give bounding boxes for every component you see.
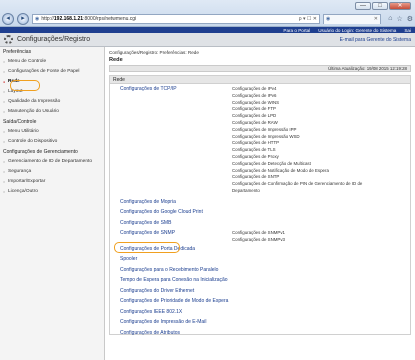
url-host: 192.168.1.21	[53, 15, 84, 22]
page-title-bar: Configurações/Registro E-mail para Geren…	[0, 33, 415, 47]
tcpip-sub-item: Configurações de IPv6	[232, 92, 277, 98]
ethernet-driver-link[interactable]: Configurações do Driver Ethernet	[110, 286, 410, 297]
sidebar-item-license[interactable]: Licença/Outro	[0, 187, 104, 197]
settings-gear-icon	[4, 35, 13, 44]
tcpip-sub-item: Departamento	[232, 187, 260, 193]
email-admin-link[interactable]: E-mail para Gerente do Sistema	[340, 37, 411, 43]
highlight-network-marker	[10, 80, 40, 91]
sleep-priority-link[interactable]: Configurações de Prioridade de Modo de E…	[110, 296, 410, 307]
network-settings-box: Rede Configurações de TCP/IP Configuraçõ…	[109, 75, 411, 336]
snmp-sub-item: Configurações de SNMPv3	[232, 237, 285, 243]
section-heading: Rede	[109, 57, 123, 63]
breadcrumb: Configurações/Registro: Preferências: Re…	[109, 50, 199, 55]
ieee8021x-link[interactable]: Configurações IEEE 802.1X	[110, 307, 410, 318]
sidebar-item-control-menu[interactable]: Menu de Controle	[0, 57, 104, 67]
tcpip-sub-item: Configurações de Proxy	[232, 153, 279, 159]
sidebar-item-department-id[interactable]: Gerenciamento de ID de Departamento	[0, 157, 104, 167]
tcpip-sub-item: Configurações de Impressão WSD	[232, 133, 300, 139]
sidebar-item-utility-menu[interactable]: Menu Utilitário	[0, 127, 104, 137]
sidebar-item-security[interactable]: Segurança	[0, 167, 104, 177]
tcpip-sub-item: Configurações de Confirmação de PIN de G…	[232, 181, 363, 187]
tcpip-sub-item: Configurações de HTTP	[232, 140, 280, 146]
sidebar-item-user-maintenance[interactable]: Manutenção do Usuário	[0, 107, 104, 117]
portal-link[interactable]: Para o Portal	[283, 28, 310, 33]
sidebar-item-device-control[interactable]: Controle do Dispositivo	[0, 137, 104, 147]
browser-tools: ⌂ ☆ ⚙	[388, 15, 413, 23]
tcpip-row: Configurações de TCP/IP Configurações de…	[110, 84, 410, 195]
main-content: Configurações/Registro: Preferências: Re…	[105, 47, 415, 360]
url-path: :8000/rps/netwmenu.cgi	[83, 15, 137, 22]
window-controls: — □ ✕	[355, 2, 411, 10]
smb-settings-link[interactable]: Configurações de SMB	[110, 218, 410, 229]
tcpip-sub-item: Configurações de IPv4	[232, 86, 277, 91]
browser-chrome: — □ ✕ ◂ ▸ ◉ http://192.168.1.21:8000/rps…	[0, 0, 415, 27]
back-arrow-icon[interactable]: ◂	[2, 12, 14, 25]
last-update-bar: Última Atualização: 19/08 2015 12:19:28	[109, 65, 411, 72]
last-update-text: Última Atualização: 19/08 2015 12:19:28	[328, 66, 407, 71]
spooler-link[interactable]: Spooler	[110, 254, 410, 265]
address-bar-icons[interactable]: ρ ▾ ☐ ✕	[299, 16, 317, 22]
attributes-link[interactable]: Configurações de Atributos	[110, 328, 410, 339]
tcpip-sub-item: Configurações de WINS	[232, 99, 280, 105]
tcpip-sub-item: Configurações de RAW	[232, 119, 278, 125]
login-user-label: Usuário do Login: Gerente do Sistema	[318, 27, 397, 33]
tab-close-icon[interactable]: ✕	[374, 16, 378, 22]
sidebar: Preferências Menu de Controle Configuraç…	[0, 47, 105, 360]
mopria-settings-link[interactable]: Configurações de Mopria	[110, 197, 410, 208]
sidebar-item-print-quality[interactable]: Qualidade da Impressão	[0, 97, 104, 107]
maximize-button[interactable]: □	[372, 2, 388, 10]
network-box-heading: Rede	[110, 76, 410, 84]
tcpip-sub-item: Configurações de TLS	[232, 147, 276, 153]
logout-link[interactable]: Sai	[404, 28, 411, 33]
email-print-link[interactable]: Configurações de Impressão de E-Mail	[110, 317, 410, 328]
sidebar-section-preferences: Preferências	[3, 49, 32, 55]
settings-gear-icon[interactable]: ⚙	[407, 15, 413, 23]
google-cloud-print-link[interactable]: Configurações do Google Cloud Print	[110, 207, 410, 218]
tab-favicon-icon: ◉	[326, 16, 331, 22]
page-title: Configurações/Registro	[17, 36, 91, 43]
minimize-button[interactable]: —	[355, 2, 371, 10]
home-icon[interactable]: ⌂	[388, 15, 392, 23]
page-icon: ◉	[35, 15, 40, 22]
tcpip-sub-item: Configurações de SNTP	[232, 174, 280, 180]
tcpip-sub-item: Configurações de Detecção de Multicast	[232, 160, 311, 166]
snmp-sub-item: Configurações de SNMPv1	[232, 230, 285, 236]
snmp-sub-list: Configurações de SNMPv1 Configurações de…	[232, 228, 402, 244]
tcpip-sub-list: Configurações de IPv4 Configurações de I…	[232, 84, 402, 195]
tcpip-sub-item: Configurações de Notificação de Modo de …	[232, 167, 329, 173]
close-window-button[interactable]: ✕	[389, 2, 411, 10]
tcpip-settings-link[interactable]: Configurações de TCP/IP	[110, 84, 232, 195]
startup-wait-link[interactable]: Tempo de Espera para Conexão na Iniciali…	[110, 275, 410, 286]
navigation-row: ◂ ▸ ◉ http://192.168.1.21:8000/rps/netwm…	[2, 12, 413, 25]
sidebar-section-management: Configurações de Gerenciamento	[3, 149, 78, 155]
tcpip-sub-item: Configurações de Impressão IPP	[232, 126, 297, 132]
tcpip-sub-item: Configurações de LPD	[232, 113, 277, 119]
tcpip-sub-item: Configurações de FTP	[232, 106, 276, 112]
browser-tab[interactable]: ◉ ✕	[323, 13, 381, 24]
sidebar-section-output: Saída/Controle	[3, 119, 37, 125]
favorites-star-icon[interactable]: ☆	[396, 15, 402, 23]
sidebar-item-paper-source[interactable]: Configurações de Fonte de Papel	[0, 67, 104, 77]
highlight-snmp-marker	[114, 242, 180, 253]
forward-arrow-icon[interactable]: ▸	[17, 12, 29, 25]
address-bar[interactable]: ◉ http://192.168.1.21:8000/rps/netwmenu.…	[32, 13, 320, 24]
parallel-receive-link[interactable]: Configurações para o Recebimento Paralel…	[110, 265, 410, 276]
address-url: http://192.168.1.21:8000/rps/netwmenu.cg…	[41, 16, 296, 22]
url-prefix: http://	[41, 15, 54, 22]
sidebar-item-import-export[interactable]: Importar/Exportar	[0, 177, 104, 187]
